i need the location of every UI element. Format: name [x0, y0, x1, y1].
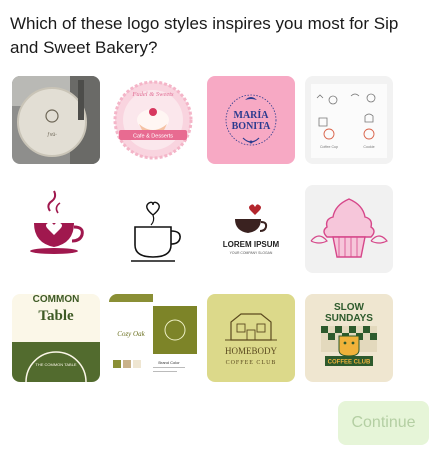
cozy-oak-logo-image: Cozy Oak Brand Color: [109, 294, 197, 382]
lorem-tag: YOUR COMPANY SLOGAN: [230, 251, 273, 255]
tile-steaming-heart-cup[interactable]: [12, 185, 100, 273]
tile-round-sign[interactable]: ƒvü◦: [12, 76, 100, 164]
continue-button[interactable]: Continue: [338, 401, 429, 445]
homebody-logo-image: HOMEBODY COFFEE CLUB: [207, 294, 295, 382]
tile-pink-cupcake[interactable]: [305, 185, 393, 273]
badge-band-text: Cafe & Desserts: [133, 134, 173, 140]
cozy-oak-brand: Cozy Oak: [117, 330, 145, 338]
common-main-text: Table: [38, 308, 74, 324]
line-icon-label-b: Cookie: [363, 145, 374, 149]
maria-bonita-logo-image: MARÍA BONITA: [207, 76, 295, 164]
round-sign-logo-image: ƒvü◦: [12, 76, 100, 164]
round-sign-text: ƒvü◦: [47, 132, 57, 138]
pink-cupcake-logo-image: [305, 185, 393, 273]
line-icon-label-a: Coffee Cup: [320, 145, 338, 149]
line-coffee-cup-logo-image: [109, 185, 197, 273]
tile-slow-sundays[interactable]: SLOW SUNDAYS COFFEE CLUB: [305, 294, 393, 382]
homebody-line2: COFFEE CLUB: [226, 360, 277, 366]
slow-sundays-logo-image: SLOW SUNDAYS COFFEE CLUB: [305, 294, 393, 382]
common-arc-text: THE COMMON TABLE: [35, 362, 77, 367]
common-table-logo-image: COMMON Table THE COMMON TABLE: [12, 294, 100, 382]
tile-maria-bonita[interactable]: MARÍA BONITA: [207, 76, 295, 164]
question-title: Which of these logo styles inspires you …: [10, 14, 399, 57]
maria-line1: MARÍA: [234, 109, 270, 121]
tile-homebody-coffee-club[interactable]: HOMEBODY COFFEE CLUB: [207, 294, 295, 382]
slow-line1: SLOW: [334, 302, 365, 313]
maria-line2: BONITA: [232, 121, 271, 132]
cupcake-badge-logo-image: Fudel & Sweets Cafe & Desserts: [109, 76, 197, 164]
line-icons-logo-image: Coffee Cup Cookie: [305, 76, 393, 164]
tile-cozy-oak[interactable]: Cozy Oak Brand Color: [109, 294, 197, 382]
tile-line-coffee-cup[interactable]: [109, 185, 197, 273]
slow-line3: COFFEE CLUB: [328, 360, 371, 366]
homebody-line1: HOMEBODY: [225, 346, 278, 356]
common-top-text: COMMON: [33, 294, 80, 305]
tile-line-icons[interactable]: Coffee Cup Cookie: [305, 76, 393, 164]
lorem-ipsum-logo-image: LOREM IPSUM YOUR COMPANY SLOGAN: [207, 185, 295, 273]
tile-lorem-ipsum[interactable]: LOREM IPSUM YOUR COMPANY SLOGAN: [207, 185, 295, 273]
tile-cupcake-badge[interactable]: Fudel & Sweets Cafe & Desserts: [109, 76, 197, 164]
cozy-oak-head: Brand Color: [158, 360, 180, 365]
badge-top-text: Fudel & Sweets: [131, 91, 174, 98]
steaming-heart-cup-logo-image: [12, 185, 100, 273]
tile-common-table[interactable]: COMMON Table THE COMMON TABLE: [12, 294, 100, 382]
slow-line2: SUNDAYS: [325, 313, 373, 324]
lorem-brand: LOREM IPSUM: [223, 240, 280, 249]
